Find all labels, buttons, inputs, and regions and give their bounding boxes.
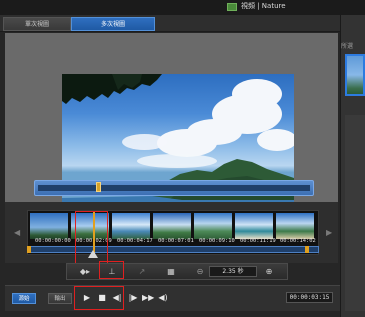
video-editor-window: 視頻 | Nature 單次視圖 多次視圖 所選 ◀ ▶ 00:00:00:00… bbox=[0, 0, 365, 317]
volume-icon[interactable]: ◀) bbox=[157, 292, 169, 304]
video-file-icon bbox=[227, 2, 237, 11]
title-bar: 視頻 | Nature bbox=[0, 0, 365, 15]
timeline-range-bar[interactable] bbox=[27, 246, 319, 253]
range-start-handle[interactable] bbox=[27, 246, 31, 253]
scrub-track bbox=[38, 185, 310, 191]
window-title: 視頻 | Nature bbox=[241, 2, 286, 10]
film-frame bbox=[30, 213, 68, 239]
tab-multi-view[interactable]: 多次視圖 bbox=[71, 17, 155, 31]
film-frame bbox=[276, 213, 314, 239]
film-frame bbox=[153, 213, 191, 239]
scroll-right-icon[interactable]: ▶ bbox=[326, 228, 332, 237]
film-icon[interactable]: ▦ bbox=[162, 266, 180, 277]
mark-in-out-icon[interactable]: ◆▸ bbox=[76, 266, 94, 277]
timecode-label: 00:00:04:17 bbox=[117, 238, 153, 244]
zoom-in-icon[interactable]: ⊕ bbox=[260, 266, 278, 277]
preview-area bbox=[5, 33, 338, 205]
timecode-label: 00:00:14:02 bbox=[280, 238, 316, 244]
film-frame bbox=[235, 213, 273, 239]
right-pane-list bbox=[345, 115, 365, 311]
highlight-box-playback bbox=[74, 286, 124, 310]
film-frame bbox=[112, 213, 150, 239]
fast-forward-icon[interactable]: ▶▶ bbox=[142, 292, 154, 304]
timecode-label: 00:00:09:10 bbox=[199, 238, 235, 244]
scroll-left-icon[interactable]: ◀ bbox=[14, 228, 20, 237]
title-wrap: 視頻 | Nature bbox=[227, 2, 286, 11]
export-icon[interactable]: ↗ bbox=[133, 266, 151, 277]
scrub-handle[interactable] bbox=[96, 182, 101, 192]
tab-single-view[interactable]: 單次視圖 bbox=[3, 17, 71, 31]
current-time-field[interactable]: 00:00:03:15 bbox=[286, 292, 333, 303]
next-frame-icon[interactable]: |▶ bbox=[127, 292, 139, 304]
selected-clip-thumbnail[interactable] bbox=[345, 54, 365, 96]
tab-bar: 單次視圖 多次視圖 bbox=[0, 15, 340, 32]
range-end-handle[interactable] bbox=[305, 246, 309, 253]
zoom-level-field[interactable]: 2.35 秒 bbox=[209, 266, 257, 277]
timecode-label: 00:00:11:19 bbox=[240, 238, 276, 244]
zoom-out-icon[interactable]: ⊖ bbox=[191, 266, 209, 277]
film-frame bbox=[194, 213, 232, 239]
highlight-box-trim bbox=[99, 261, 124, 279]
timecode-label: 00:00:07:01 bbox=[158, 238, 194, 244]
right-pane-label: 所選 bbox=[341, 43, 354, 50]
preview-scrub-bar[interactable] bbox=[34, 180, 314, 196]
timecode-label: 00:00:00:00 bbox=[35, 238, 71, 244]
output-button[interactable]: 輸出 bbox=[48, 293, 72, 304]
source-button[interactable]: 源始 bbox=[12, 293, 36, 304]
tree-foliage bbox=[62, 74, 162, 104]
